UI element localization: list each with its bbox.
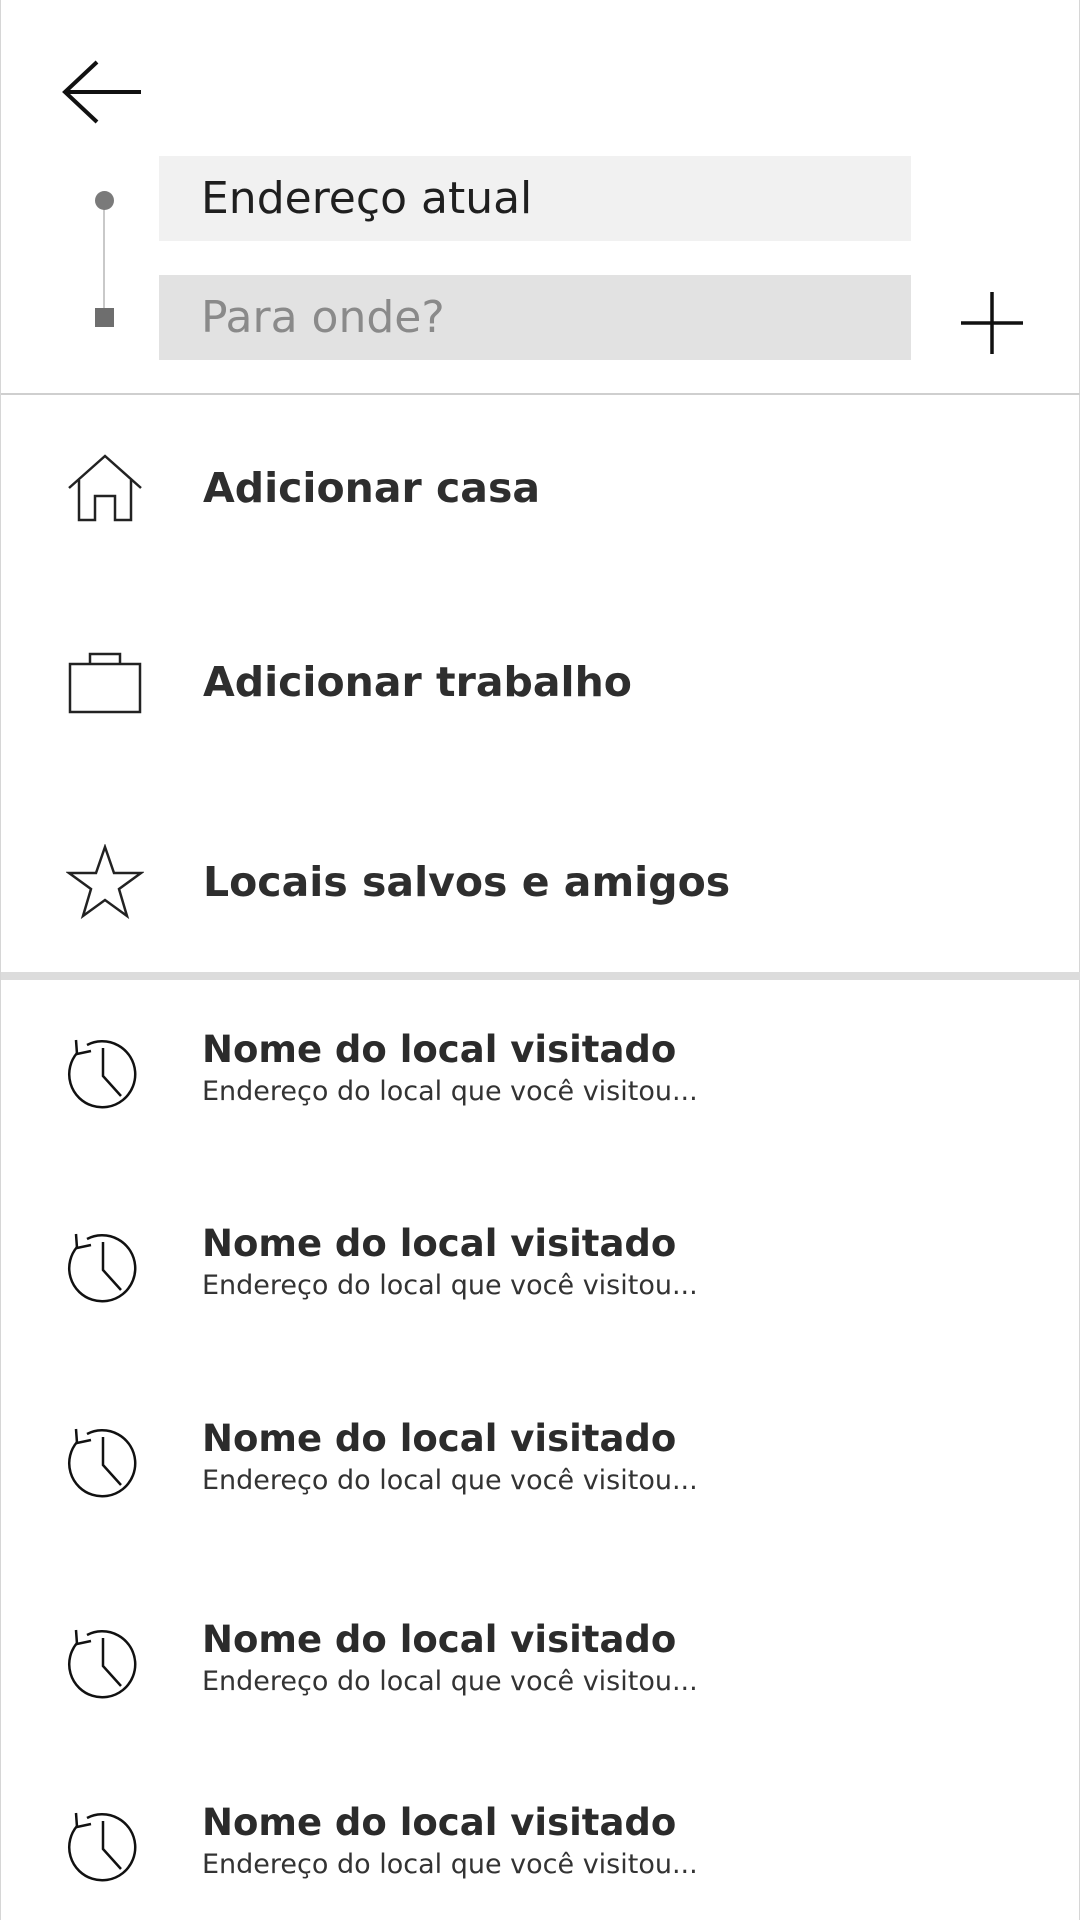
arrow-left-icon bbox=[62, 60, 141, 124]
route-header: Endereço atual Para onde? bbox=[1, 0, 1080, 395]
history-item[interactable]: Nome do local visitado Endereço do local… bbox=[1, 1000, 1080, 1150]
origin-field[interactable]: Endereço atual bbox=[159, 156, 911, 241]
add-stop-button[interactable] bbox=[959, 290, 1025, 356]
destination-placeholder: Para onde? bbox=[201, 292, 445, 343]
plus-icon bbox=[961, 292, 1023, 354]
history-subtitle: Endereço do local que você visitou... bbox=[202, 1270, 698, 1301]
origin-dot bbox=[95, 191, 114, 210]
history-item[interactable]: Nome do local visitado Endereço do local… bbox=[1, 1590, 1080, 1740]
history-title: Nome do local visitado bbox=[202, 1028, 677, 1071]
history-clock-icon bbox=[67, 1039, 137, 1109]
history-item[interactable]: Nome do local visitado Endereço do local… bbox=[1, 1773, 1080, 1923]
destination-input[interactable]: Para onde? bbox=[159, 275, 911, 360]
shortcut-label: Adicionar casa bbox=[203, 464, 541, 512]
shortcut-saved-places[interactable]: Locais salvos e amigos bbox=[1, 822, 1080, 942]
briefcase-icon bbox=[65, 642, 145, 722]
history-clock-icon bbox=[67, 1812, 137, 1882]
history-clock-icon bbox=[67, 1428, 137, 1498]
history-title: Nome do local visitado bbox=[202, 1618, 677, 1661]
home-icon bbox=[65, 448, 145, 528]
shortcut-add-home[interactable]: Adicionar casa bbox=[1, 428, 1080, 548]
section-divider bbox=[1, 972, 1080, 980]
shortcut-add-work[interactable]: Adicionar trabalho bbox=[1, 622, 1080, 742]
shortcut-label: Adicionar trabalho bbox=[203, 658, 632, 706]
shortcut-label: Locais salvos e amigos bbox=[203, 858, 731, 906]
history-title: Nome do local visitado bbox=[202, 1417, 677, 1460]
history-subtitle: Endereço do local que você visitou... bbox=[202, 1076, 698, 1107]
history-title: Nome do local visitado bbox=[202, 1222, 677, 1265]
screen-frame: Endereço atual Para onde? Adicionar casa bbox=[0, 0, 1080, 1920]
star-icon bbox=[65, 842, 145, 922]
back-button[interactable] bbox=[59, 58, 147, 126]
history-item[interactable]: Nome do local visitado Endereço do local… bbox=[1, 1194, 1080, 1344]
history-item[interactable]: Nome do local visitado Endereço do local… bbox=[1, 1389, 1080, 1539]
route-connector-line bbox=[103, 200, 105, 314]
history-title: Nome do local visitado bbox=[202, 1801, 677, 1844]
history-subtitle: Endereço do local que você visitou... bbox=[202, 1849, 698, 1880]
history-clock-icon bbox=[67, 1233, 137, 1303]
origin-value: Endereço atual bbox=[201, 173, 533, 224]
history-clock-icon bbox=[67, 1629, 137, 1699]
history-subtitle: Endereço do local que você visitou... bbox=[202, 1465, 698, 1496]
destination-square bbox=[95, 308, 114, 327]
history-subtitle: Endereço do local que você visitou... bbox=[202, 1666, 698, 1697]
